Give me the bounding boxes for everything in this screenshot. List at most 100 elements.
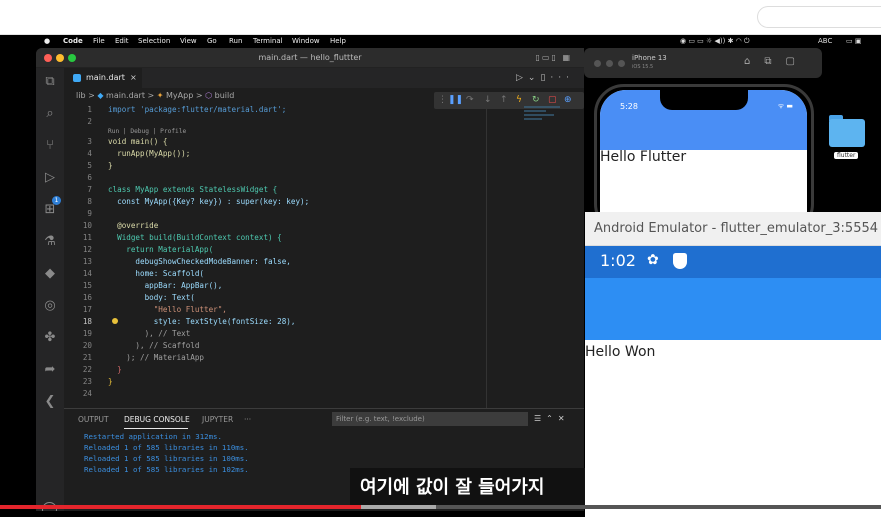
menu-run[interactable]: Run [229,35,242,47]
dart-file-icon [73,74,81,82]
breadcrumb-class[interactable]: MyApp [166,91,193,100]
android-status-bar: 1:02 ✿ [585,246,881,278]
remote-share-icon[interactable]: ➦ [42,362,58,378]
layout-toggle-icons[interactable]: ▯▭▯ ▦ [536,53,572,62]
explorer-icon[interactable]: ⧉ [42,74,58,90]
flutter-icon[interactable]: ❮ [42,394,58,410]
tab-main-dart[interactable]: main.dart × [64,68,142,88]
video-progress-bar[interactable] [0,505,881,509]
code-line: Widget build(BuildContext context) { [108,233,282,242]
debug-console-output: Restarted application in 312ms. Reloaded… [84,431,249,475]
android-hello-text: Hello Won [585,344,656,360]
apple-icon[interactable]: ● [44,35,50,47]
source-control-icon[interactable]: ⑂ [42,138,58,154]
menu-go[interactable]: Go [207,35,217,47]
menu-selection[interactable]: Selection [138,35,170,47]
android-app-bar [585,278,881,340]
tab-jupyter[interactable]: JUPYTER [202,415,233,424]
breadcrumb-file[interactable]: main.dart [106,91,145,100]
folder-label[interactable]: flutter [834,152,859,159]
panel-actions[interactable]: ☰⌃✕ [534,414,570,423]
editor-ruler [486,108,487,408]
hot-reload-icon[interactable]: ϟ [516,92,522,109]
code-line: home: Scaffold( [108,269,205,278]
console-line: Restarted application in 312ms. [84,432,222,441]
dart-file-icon: ◆ [97,91,104,100]
code-line: import 'package:flutter/material.dart'; [108,105,287,114]
breadcrumb-lib[interactable]: lib [76,91,86,100]
tab-debug-console[interactable]: DEBUG CONSOLE [124,415,190,424]
console-line: Reloaded 1 of 585 libraries in 102ms. [84,465,249,474]
codelens[interactable]: Run | Debug | Profile [108,128,186,135]
shield-icon [673,253,687,269]
tab-label: main.dart [86,73,125,82]
console-line: Reloaded 1 of 585 libraries in 100ms. [84,454,249,463]
ios-simulator-toolbar: iPhone 13 iOS 15.5 ⌂⧉▢ [584,48,822,78]
sim-close-button[interactable] [594,60,601,67]
android-status-time: 1:02 [600,251,636,270]
code-line: ), // Text [108,329,191,338]
code-line: } [108,377,113,386]
iphone-notch [660,90,748,110]
menu-help[interactable]: Help [330,35,346,47]
close-tab-icon[interactable]: × [130,68,137,88]
extensions-icon[interactable]: ⊞ [42,202,58,218]
code-line: const MyApp({Key? key}) : super(key: key… [108,197,310,206]
breadcrumb-method[interactable]: build [215,91,235,100]
code-line: return MaterialApp( [108,245,214,254]
browser-top-strip [0,0,881,35]
docker-icon[interactable]: ◆ [42,266,58,282]
ios-hello-text: Hello Flutter [600,149,687,165]
menu-file[interactable]: File [93,35,105,47]
lightbulb-icon[interactable] [112,318,118,324]
input-source[interactable]: ABC [818,35,832,47]
status-icons[interactable]: ◉ ▭ ▭ ☼ ◀)) ✱ ◠ ⏻ [680,35,750,47]
window-title: main.dart — hello_fluttter [258,53,362,62]
editor-tabs: main.dart × ▷⌄▯··· [64,68,584,88]
activity-bar: ⧉ ⌕ ⑂ ▷ 1 ⊞ ⚗ ◆ ◎ ✤ ➦ ❮ [36,68,64,511]
simulator-os: iOS 15.5 [632,64,654,70]
code-line: ); // MaterialApp [108,353,205,362]
run-debug-icon[interactable]: ▷ [42,170,58,186]
code-line: } [108,365,122,374]
panel-more-button[interactable]: ··· [244,415,251,424]
menu-view[interactable]: View [180,35,197,47]
code-line: runApp(MyApp()); [108,149,191,158]
battery-icon[interactable]: ▭ ▣ [846,35,861,47]
search-icon[interactable]: ⌕ [42,106,58,122]
folder-icon[interactable] [829,115,865,147]
wifi-battery-icon: ᯤ ▬ [777,102,793,110]
code-line: ), // Scaffold [108,341,200,350]
simulator-device: iPhone 13 [632,54,667,62]
menu-edit[interactable]: Edit [115,35,129,47]
video-played [0,505,362,509]
top-right-control[interactable] [757,6,881,28]
sim-minimize-button[interactable] [606,60,613,67]
breadcrumb: lib > ◆ main.dart > ✦ MyApp > ⬡ build [76,91,235,100]
menu-terminal[interactable]: Terminal [253,35,283,47]
python-icon[interactable]: ✤ [42,330,58,346]
console-filter-input[interactable]: Filter (e.g. text, !exclude) [332,412,528,426]
code-line: "Hello Flutter", [108,305,227,314]
editor-actions[interactable]: ▷⌄▯··· [516,68,574,88]
testing-icon[interactable]: ⚗ [42,234,58,250]
code-line-current: style: TextStyle(fontSize: 28), [108,317,296,326]
menu-app-name[interactable]: Code [63,35,83,47]
code-editor[interactable]: 1 import 'package:flutter/material.dart'… [64,104,486,404]
android-emulator-window: Android Emulator - flutter_emulator_3:55… [585,212,881,517]
github-icon[interactable]: ◎ [42,298,58,314]
active-tab-underline [124,428,188,429]
tab-output[interactable]: OUTPUT [78,415,109,424]
gear-icon: ✿ [647,252,659,268]
step-out-icon[interactable]: ↑ [500,92,508,109]
video-buffered [361,505,437,509]
simulator-actions[interactable]: ⌂⧉▢ [744,56,809,67]
code-line: class MyApp extends StatelessWidget { [108,185,278,194]
menu-window[interactable]: Window [292,35,320,47]
minimap[interactable] [524,104,572,134]
code-line: appBar: AppBar(), [108,281,223,290]
ios-status-time: 5:28 [620,102,638,111]
android-window-title: Android Emulator - flutter_emulator_3:55… [585,212,881,246]
sim-zoom-button[interactable] [618,60,625,67]
code-line: @override [108,221,159,230]
